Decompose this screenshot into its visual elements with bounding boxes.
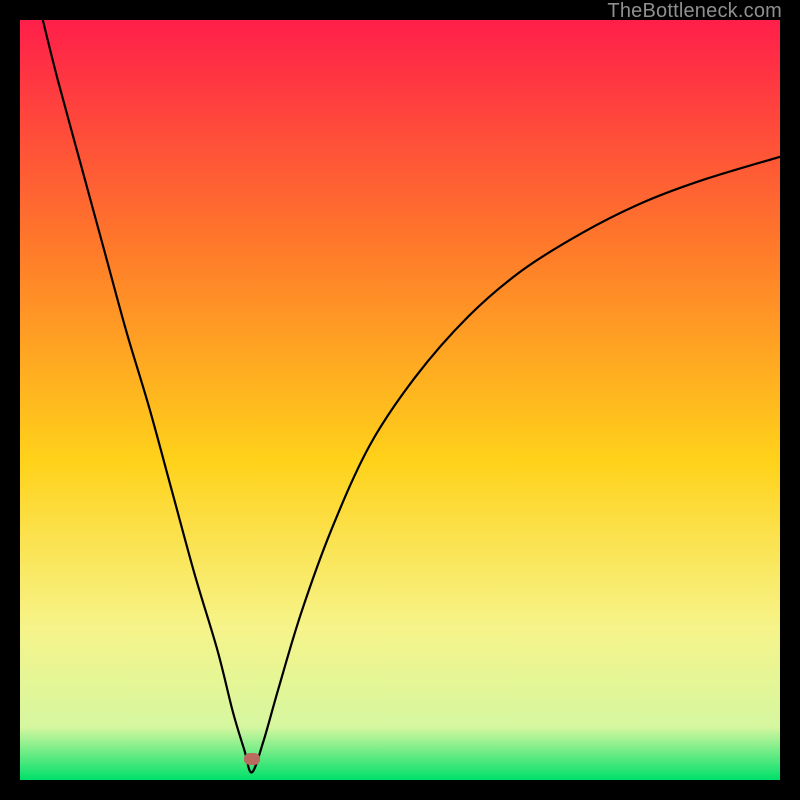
watermark-text: TheBottleneck.com (607, 0, 782, 23)
minimum-marker (244, 753, 260, 765)
bottleneck-chart (20, 20, 780, 780)
gradient-background (20, 20, 780, 780)
